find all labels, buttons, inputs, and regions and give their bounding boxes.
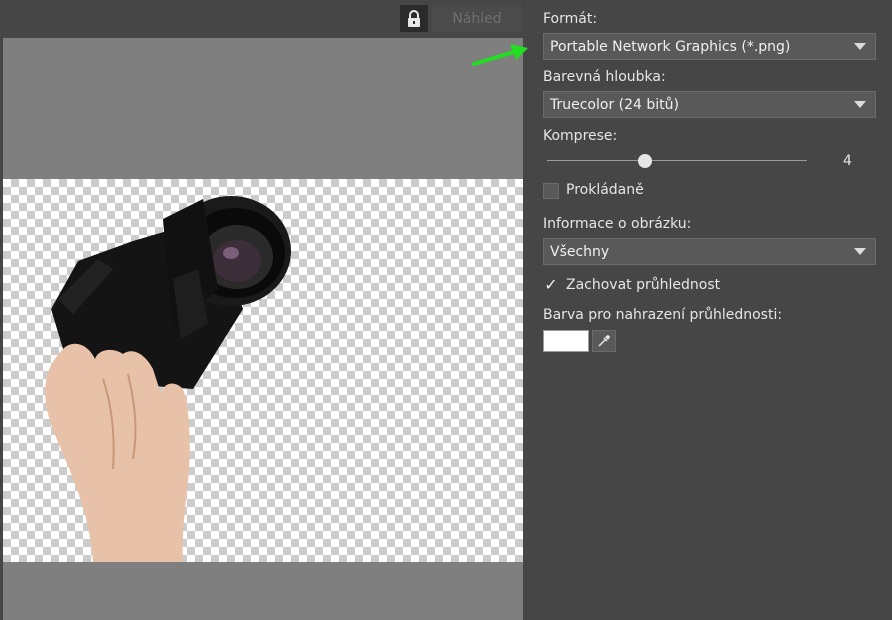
chevron-down-icon [854,43,866,50]
format-value: Portable Network Graphics (*.png) [550,38,791,55]
transparency-color-swatch[interactable] [543,330,589,352]
image-info-value: Všechny [550,243,610,260]
preview-image [45,196,291,562]
keep-transparency-label: Zachovat průhlednost [566,277,721,293]
keep-transparency-checkbox[interactable]: ✓ [543,277,559,293]
transparency-checkerboard [3,179,523,562]
color-depth-label: Barevná hloubka: [543,69,666,85]
interlaced-checkbox[interactable] [543,183,559,199]
preview-button[interactable]: Náhled [432,5,522,32]
compression-label: Komprese: [543,128,618,144]
chevron-down-icon [854,101,866,108]
eyedropper-button[interactable] [592,330,616,352]
lock-button[interactable] [400,5,428,32]
chevron-down-icon [854,248,866,255]
image-info-select[interactable]: Všechny [543,238,876,265]
color-depth-value: Truecolor (24 bitů) [550,96,679,113]
transparency-color-label: Barva pro nahrazení průhlednosti: [543,307,783,323]
preview-area [3,38,523,620]
color-depth-select[interactable]: Truecolor (24 bitů) [543,91,876,118]
format-label: Formát: [543,11,598,27]
green-arrow-icon [472,44,528,66]
compression-slider-track[interactable] [547,160,807,161]
compression-value: 4 [843,153,852,169]
format-select[interactable]: Portable Network Graphics (*.png) [543,33,876,60]
checkmark-icon: ✓ [544,275,558,294]
image-info-label: Informace o obrázku: [543,216,692,232]
compression-slider-handle[interactable] [638,154,652,168]
eyedropper-icon [598,334,611,347]
lock-icon [408,9,420,27]
interlaced-label: Prokládaně [566,182,644,198]
